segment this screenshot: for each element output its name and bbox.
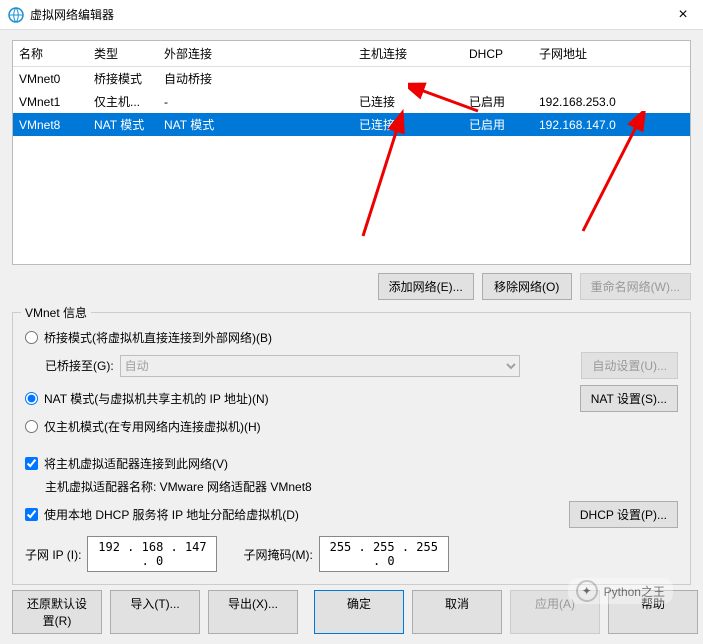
subnet-ip-row: 子网 IP (I): 192 . 168 . 147 . 0 子网掩码(M): … bbox=[25, 536, 678, 572]
cell-name: VMnet8 bbox=[13, 113, 88, 136]
radio-nat[interactable] bbox=[25, 392, 38, 405]
cell-type: NAT 模式 bbox=[88, 113, 158, 136]
bridge-select: 自动 bbox=[120, 355, 520, 377]
subnet-ip-label: 子网 IP (I): bbox=[25, 546, 81, 563]
col-dhcp[interactable]: DHCP bbox=[463, 41, 533, 67]
ok-button[interactable]: 确定 bbox=[314, 590, 404, 634]
cell-name: VMnet0 bbox=[13, 67, 88, 91]
cell-host bbox=[353, 67, 463, 91]
mask-label: 子网掩码(M): bbox=[243, 546, 312, 563]
radio-hostonly[interactable] bbox=[25, 420, 38, 433]
radio-bridge-row[interactable]: 桥接模式(将虚拟机直接连接到外部网络)(B) bbox=[25, 329, 678, 346]
cell-subnet bbox=[533, 67, 690, 91]
export-button[interactable]: 导出(X)... bbox=[208, 590, 298, 634]
radio-bridge[interactable] bbox=[25, 331, 38, 344]
host-adapter-name: 主机虚拟适配器名称: VMware 网络适配器 VMnet8 bbox=[45, 478, 312, 495]
col-subnet[interactable]: 子网地址 bbox=[533, 41, 690, 67]
watermark-text: Python之王 bbox=[604, 583, 665, 600]
host-adapter-checkbox[interactable] bbox=[25, 457, 38, 470]
table-buttons: 添加网络(E)... 移除网络(O) 重命名网络(W)... bbox=[12, 273, 691, 300]
vmnet-info-group: VMnet 信息 桥接模式(将虚拟机直接连接到外部网络)(B) 已桥接至(G):… bbox=[12, 312, 691, 585]
rename-network-button: 重命名网络(W)... bbox=[580, 273, 691, 300]
cell-host: 已连接 bbox=[353, 90, 463, 113]
cell-dhcp bbox=[463, 67, 533, 91]
cell-dhcp: 已启用 bbox=[463, 90, 533, 113]
cancel-button[interactable]: 取消 bbox=[412, 590, 502, 634]
watermark: ✦ Python之王 bbox=[568, 578, 673, 604]
cell-type: 仅主机... bbox=[88, 90, 158, 113]
host-adapter-row[interactable]: 将主机虚拟适配器连接到此网络(V) bbox=[25, 455, 678, 472]
cell-ext: 自动桥接 bbox=[158, 67, 353, 91]
add-network-button[interactable]: 添加网络(E)... bbox=[378, 273, 474, 300]
col-name[interactable]: 名称 bbox=[13, 41, 88, 67]
radio-bridge-label: 桥接模式(将虚拟机直接连接到外部网络)(B) bbox=[44, 329, 272, 346]
table-row-selected[interactable]: VMnet8 NAT 模式 NAT 模式 已连接 已启用 192.168.147… bbox=[13, 113, 690, 136]
dhcp-row[interactable]: 使用本地 DHCP 服务将 IP 地址分配给虚拟机(D) DHCP 设置(P).… bbox=[25, 501, 678, 528]
host-adapter-name-row: 主机虚拟适配器名称: VMware 网络适配器 VMnet8 bbox=[45, 478, 678, 495]
mask-input[interactable]: 255 . 255 . 255 . 0 bbox=[319, 536, 449, 572]
network-table: 名称 类型 外部连接 主机连接 DHCP 子网地址 VMnet0 桥接模式 自动… bbox=[12, 40, 691, 265]
import-button[interactable]: 导入(T)... bbox=[110, 590, 200, 634]
dhcp-checkbox[interactable] bbox=[25, 508, 38, 521]
cell-dhcp: 已启用 bbox=[463, 113, 533, 136]
radio-hostonly-label: 仅主机模式(在专用网络内连接虚拟机)(H) bbox=[44, 418, 261, 435]
cell-name: VMnet1 bbox=[13, 90, 88, 113]
cell-subnet: 192.168.253.0 bbox=[533, 90, 690, 113]
col-type[interactable]: 类型 bbox=[88, 41, 158, 67]
radio-nat-label: NAT 模式(与虚拟机共享主机的 IP 地址)(N) bbox=[44, 390, 269, 407]
table-header-row: 名称 类型 外部连接 主机连接 DHCP 子网地址 bbox=[13, 41, 690, 67]
window-title: 虚拟网络编辑器 bbox=[30, 6, 671, 23]
groupbox-title: VMnet 信息 bbox=[21, 304, 91, 321]
restore-defaults-button[interactable]: 还原默认设置(R) bbox=[12, 590, 102, 634]
auto-settings-button: 自动设置(U)... bbox=[581, 352, 678, 379]
nat-settings-button[interactable]: NAT 设置(S)... bbox=[580, 385, 678, 412]
close-button[interactable]: × bbox=[671, 6, 695, 24]
titlebar: 虚拟网络编辑器 × bbox=[0, 0, 703, 30]
table-row[interactable]: VMnet0 桥接模式 自动桥接 bbox=[13, 67, 690, 91]
dhcp-label: 使用本地 DHCP 服务将 IP 地址分配给虚拟机(D) bbox=[44, 506, 299, 523]
cell-host: 已连接 bbox=[353, 113, 463, 136]
radio-nat-row[interactable]: NAT 模式(与虚拟机共享主机的 IP 地址)(N) NAT 设置(S)... bbox=[25, 385, 678, 412]
cell-ext: NAT 模式 bbox=[158, 113, 353, 136]
cell-type: 桥接模式 bbox=[88, 67, 158, 91]
dhcp-settings-button[interactable]: DHCP 设置(P)... bbox=[569, 501, 678, 528]
table-row[interactable]: VMnet1 仅主机... - 已连接 已启用 192.168.253.0 bbox=[13, 90, 690, 113]
globe-icon bbox=[8, 7, 24, 23]
col-host[interactable]: 主机连接 bbox=[353, 41, 463, 67]
remove-network-button[interactable]: 移除网络(O) bbox=[482, 273, 572, 300]
bridge-to-label: 已桥接至(G): bbox=[45, 357, 114, 374]
col-external[interactable]: 外部连接 bbox=[158, 41, 353, 67]
wechat-icon: ✦ bbox=[576, 580, 598, 602]
cell-subnet: 192.168.147.0 bbox=[533, 113, 690, 136]
radio-hostonly-row[interactable]: 仅主机模式(在专用网络内连接虚拟机)(H) bbox=[25, 418, 678, 435]
host-adapter-label: 将主机虚拟适配器连接到此网络(V) bbox=[44, 455, 228, 472]
bridge-to-row: 已桥接至(G): 自动 自动设置(U)... bbox=[45, 352, 678, 379]
cell-ext: - bbox=[158, 90, 353, 113]
subnet-ip-input[interactable]: 192 . 168 . 147 . 0 bbox=[87, 536, 217, 572]
